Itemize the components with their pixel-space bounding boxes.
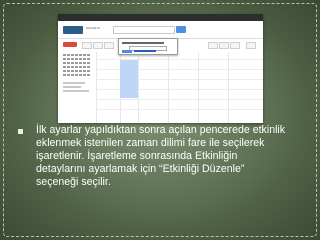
- mini-calendar-day[interactable]: [87, 66, 90, 68]
- edit-event-link[interactable]: [134, 50, 156, 52]
- sidebar-item-calendar[interactable]: [63, 86, 81, 88]
- create-event-confirm-button[interactable]: [122, 50, 132, 53]
- search-input[interactable]: [113, 26, 175, 34]
- mini-calendar-day[interactable]: [67, 70, 70, 72]
- mini-calendar-day[interactable]: [83, 70, 86, 72]
- mini-calendar: [63, 52, 91, 78]
- mini-calendar-day[interactable]: [87, 54, 90, 56]
- presentation-slide: SAKARYA İlk ayarlar yapıldıktan sonra aç…: [0, 0, 320, 240]
- mini-calendar-day[interactable]: [63, 62, 66, 64]
- settings-button[interactable]: [246, 42, 256, 49]
- mini-calendar-day[interactable]: [71, 70, 74, 72]
- mini-calendar-day[interactable]: [71, 58, 74, 60]
- mini-calendar-day[interactable]: [71, 62, 74, 64]
- mini-calendar-day[interactable]: [63, 54, 66, 56]
- mini-calendar-day[interactable]: [63, 58, 66, 60]
- university-logo: [63, 26, 83, 34]
- bullet-icon: [18, 129, 23, 134]
- bullet-line: seçeneği seçilir.: [36, 176, 111, 188]
- mini-calendar-day[interactable]: [63, 74, 66, 76]
- grid-divider: [96, 99, 263, 100]
- mini-calendar-day[interactable]: [79, 62, 82, 64]
- mini-calendar-day[interactable]: [75, 58, 78, 60]
- mini-calendar-day[interactable]: [75, 66, 78, 68]
- mini-calendar-day[interactable]: [63, 70, 66, 72]
- create-event-button[interactable]: [63, 42, 77, 47]
- mini-calendar-day[interactable]: [79, 66, 82, 68]
- mini-calendar-day[interactable]: [75, 74, 78, 76]
- bullet-line: detaylarını ayarlamak için “Etkinliği Dü…: [36, 163, 245, 175]
- quick-event-popup: [118, 38, 178, 55]
- sidebar-label-my-calendars: [63, 82, 85, 84]
- next-button[interactable]: [104, 42, 114, 49]
- grid-divider: [198, 52, 199, 123]
- mini-calendar-day[interactable]: [79, 74, 82, 76]
- bullet-line: işaretlenir. İşaretleme sonrasında Etkin…: [36, 150, 238, 162]
- app-top-bar: [58, 14, 263, 21]
- mini-calendar-day[interactable]: [67, 74, 70, 76]
- mini-calendar-day[interactable]: [83, 58, 86, 60]
- mini-calendar-day[interactable]: [63, 66, 66, 68]
- mini-calendar-day[interactable]: [83, 54, 86, 56]
- popup-date: [122, 42, 164, 44]
- mini-calendar-day[interactable]: [87, 58, 90, 60]
- mini-calendar-day[interactable]: [71, 66, 74, 68]
- today-button[interactable]: [82, 42, 92, 49]
- grid-divider: [138, 52, 139, 123]
- grid-divider: [96, 109, 263, 110]
- slide-body-text: İlk ayarlar yapıldıktan sonra açılan pen…: [18, 124, 318, 189]
- grid-divider: [168, 52, 169, 123]
- selected-time-slot[interactable]: [120, 60, 138, 98]
- mini-calendar-day[interactable]: [87, 70, 90, 72]
- sidebar-label-other-calendars: [63, 90, 89, 92]
- bullet-line: eklenmek istenilen zaman dilimi fare ile…: [36, 137, 265, 149]
- mini-calendar-day[interactable]: [67, 58, 70, 60]
- mini-calendar-day[interactable]: [79, 58, 82, 60]
- mini-calendar-day[interactable]: [71, 74, 74, 76]
- grid-divider: [96, 52, 97, 123]
- calendar-screenshot: SAKARYA: [58, 14, 263, 123]
- mini-calendar-day[interactable]: [71, 54, 74, 56]
- mini-calendar-day[interactable]: [83, 66, 86, 68]
- mini-calendar-day[interactable]: [67, 54, 70, 56]
- mini-calendar-day[interactable]: [67, 62, 70, 64]
- mini-calendar-day[interactable]: [83, 62, 86, 64]
- bullet-line: İlk ayarlar yapıldıktan sonra açılan pen…: [36, 124, 286, 136]
- grid-divider: [228, 52, 229, 123]
- mini-calendar-day[interactable]: [87, 74, 90, 76]
- mini-calendar-day[interactable]: [79, 54, 82, 56]
- view-day-button[interactable]: [208, 42, 218, 49]
- view-week-button[interactable]: [219, 42, 229, 49]
- mini-calendar-day[interactable]: [75, 54, 78, 56]
- search-button[interactable]: [176, 26, 186, 33]
- mini-calendar-day[interactable]: [79, 70, 82, 72]
- mini-calendar-day[interactable]: [75, 70, 78, 72]
- mini-calendar-day[interactable]: [83, 74, 86, 76]
- view-month-button[interactable]: [230, 42, 240, 49]
- prev-button[interactable]: [93, 42, 103, 49]
- mini-calendar-day[interactable]: [67, 66, 70, 68]
- logo-text: SAKARYA: [86, 26, 100, 30]
- mini-calendar-day[interactable]: [87, 62, 90, 64]
- mini-calendar-day[interactable]: [75, 62, 78, 64]
